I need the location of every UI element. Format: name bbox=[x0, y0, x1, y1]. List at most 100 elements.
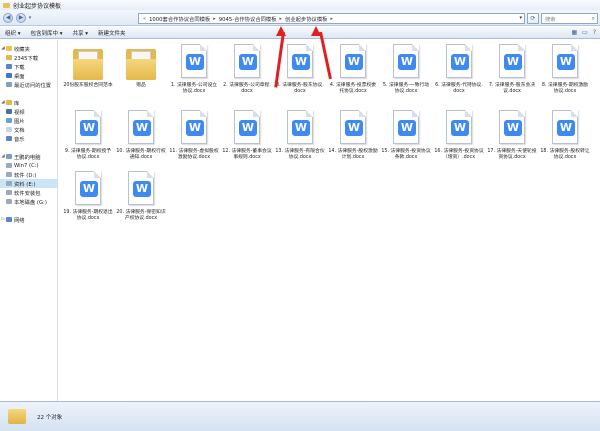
file-item[interactable]: W 18. 法律服务-股权转让协议.docx bbox=[540, 110, 590, 161]
wps-doc-icon: W bbox=[391, 44, 421, 80]
file-item[interactable]: W 9. 法律服务-期权授予协议.docx bbox=[63, 110, 113, 161]
file-item[interactable]: W 11. 法律服务-虚拟股权激励协议.docx bbox=[169, 110, 219, 161]
wps-doc-icon: W bbox=[444, 44, 474, 80]
nav-item-drive-c[interactable]: Win7 (C:) bbox=[0, 161, 57, 170]
nav-item-drive-d[interactable]: 软件 (D:) bbox=[0, 170, 57, 179]
wps-doc-icon: W bbox=[391, 110, 421, 146]
history-dropdown-button[interactable]: ▾ bbox=[27, 13, 33, 23]
nav-item-videos[interactable]: 视频 bbox=[0, 107, 57, 116]
file-item[interactable]: W 3. 法律服务-股东协议.docx bbox=[275, 44, 325, 95]
file-name: 9. 法律服务-期权授予协议.docx bbox=[64, 149, 112, 160]
file-name: 16. 法律服务-投资协议（增资）.docx bbox=[434, 149, 484, 160]
address-bar[interactable]: « 1000套合作协议合同模板 ▸ 9045-合作协议合同模板 ▸ 创业起步协议… bbox=[138, 13, 525, 24]
file-item[interactable]: W 13. 法律服务-有限合伙协议.docx bbox=[275, 110, 325, 161]
wps-doc-icon: W bbox=[285, 44, 315, 80]
file-item[interactable]: 赠品 bbox=[116, 44, 166, 89]
wps-doc-icon: W bbox=[285, 110, 315, 146]
nav-item-desktop[interactable]: 桌面 bbox=[0, 71, 57, 80]
preview-pane-icon[interactable]: ▭ bbox=[582, 29, 588, 36]
back-button[interactable]: ◀ bbox=[3, 12, 13, 23]
drive-icon bbox=[6, 181, 12, 186]
file-item[interactable]: W 5. 法律服务-一致行动协议.docx bbox=[381, 44, 431, 95]
refresh-button[interactable]: ⟳ bbox=[527, 13, 539, 24]
nav-favorites[interactable]: ◢ 收藏夹 bbox=[0, 44, 57, 53]
file-item[interactable]: W 7. 法律服务-股东会决议.docx bbox=[487, 44, 537, 95]
file-name: 5. 法律服务-一致行动协议.docx bbox=[382, 83, 430, 94]
file-name: 13. 法律服务-有限合伙协议.docx bbox=[275, 149, 325, 160]
wps-doc-icon: W bbox=[338, 110, 368, 146]
wps-doc-icon: W bbox=[444, 110, 474, 146]
view-options-icon[interactable]: ▦ bbox=[571, 29, 577, 36]
forward-button[interactable]: ▶ bbox=[16, 12, 26, 23]
drive-icon bbox=[6, 190, 12, 195]
nav-libraries[interactable]: ◢ 库 bbox=[0, 98, 57, 107]
file-item[interactable]: W 14. 法律服务-股权激励计划.docx bbox=[328, 110, 378, 161]
file-item[interactable]: W 8. 法律服务-期权激励协议.docx bbox=[540, 44, 590, 95]
wps-doc-icon: W bbox=[550, 44, 580, 80]
file-item[interactable]: W 6. 法律服务-代持协议.docx bbox=[434, 44, 484, 95]
file-item[interactable]: W 16. 法律服务-投资协议（增资）.docx bbox=[434, 110, 484, 161]
file-name: 赠品 bbox=[136, 83, 146, 88]
file-name: 8. 法律服务-期权激励协议.docx bbox=[541, 83, 589, 94]
help-icon[interactable]: ? bbox=[593, 29, 596, 36]
video-icon bbox=[6, 109, 12, 114]
nav-item-documents[interactable]: 文档 bbox=[0, 125, 57, 134]
star-icon bbox=[6, 46, 12, 51]
nav-item-drive-f[interactable]: 软件安装包 bbox=[0, 188, 57, 197]
wps-doc-icon: W bbox=[497, 110, 527, 146]
breadcrumb-item[interactable]: 9045-合作协议合同模板 bbox=[217, 15, 279, 23]
file-item[interactable]: W 10. 法律服务-期权行权通知.docx bbox=[116, 110, 166, 161]
include-in-library-button[interactable]: 包含到库中 ▾ bbox=[26, 29, 68, 37]
nav-item-music[interactable]: 音乐 bbox=[0, 134, 57, 143]
file-item[interactable]: W 19. 法律服务-期权退出协议.docx bbox=[63, 171, 113, 222]
share-button[interactable]: 共享 ▾ bbox=[68, 29, 94, 37]
drive-icon bbox=[6, 172, 12, 177]
wps-doc-icon: W bbox=[338, 44, 368, 80]
nav-network[interactable]: ▷ 网络 bbox=[0, 215, 57, 224]
address-dropdown-icon[interactable]: ▾ bbox=[519, 15, 522, 21]
new-folder-button[interactable]: 新建文件夹 bbox=[93, 29, 131, 37]
file-item[interactable]: W 4. 法律服务-投票权委托协议.docx bbox=[328, 44, 378, 95]
file-item[interactable]: W 1. 法律服务-公司设立协议.docx bbox=[169, 44, 219, 95]
wps-doc-icon: W bbox=[550, 110, 580, 146]
file-name: 17. 法律服务-天使轮投资协议.docx bbox=[487, 149, 537, 160]
file-item[interactable]: W 20. 法律服务-保密知识产权协议.docx bbox=[116, 171, 166, 222]
annotation-arrowhead bbox=[276, 26, 286, 36]
search-icon: ⌕ bbox=[591, 15, 595, 22]
drive-icon bbox=[6, 199, 12, 204]
file-item[interactable]: W 17. 法律服务-天使轮投资协议.docx bbox=[487, 110, 537, 161]
wps-doc-icon: W bbox=[497, 44, 527, 80]
nav-computer[interactable]: ◢ 王鹏的电脑 bbox=[0, 152, 57, 161]
file-item[interactable]: 20份股东股权合同范本 bbox=[63, 44, 113, 89]
breadcrumb-item[interactable]: 创业起步协议模板 bbox=[283, 15, 329, 23]
folder-icon bbox=[8, 409, 26, 424]
file-item[interactable]: W 15. 法律服务-投资协议条款.docx bbox=[381, 110, 431, 161]
file-name: 2. 法律服务-公司章程.docx bbox=[223, 83, 271, 94]
file-item[interactable]: W 2. 法律服务-公司章程.docx bbox=[222, 44, 272, 95]
nav-item-pictures[interactable]: 图片 bbox=[0, 116, 57, 125]
organize-button[interactable]: 组织 ▾ bbox=[0, 29, 26, 37]
status-bar: 22 个对象 bbox=[0, 401, 600, 431]
document-icon bbox=[6, 127, 12, 132]
file-name: 20份股东股权合同范本 bbox=[63, 83, 113, 88]
search-input[interactable]: 搜索 ⌕ bbox=[541, 13, 598, 24]
file-name: 10. 法律服务-期权行权通知.docx bbox=[116, 149, 166, 160]
wps-doc-icon: W bbox=[126, 110, 156, 146]
file-name: 3. 法律服务-股东协议.docx bbox=[276, 83, 324, 94]
navigation-pane: ◢ 收藏夹 2345下载 下载 桌面 最近访问的位置 ◢ 库 视频 图片 文档 … bbox=[0, 40, 58, 401]
nav-item-2345-downloads[interactable]: 2345下载 bbox=[0, 53, 57, 62]
picture-icon bbox=[6, 118, 12, 123]
file-item[interactable]: W 12. 法律服务-董事会议事规则.docx bbox=[222, 110, 272, 161]
item-count: 22 个对象 bbox=[37, 414, 63, 421]
nav-item-drive-e[interactable]: 资料 (E:) bbox=[0, 179, 57, 188]
file-name: 19. 法律服务-期权退出协议.docx bbox=[63, 210, 113, 221]
chevron-right-icon[interactable]: ▸ bbox=[329, 16, 334, 22]
network-icon bbox=[6, 217, 12, 222]
nav-item-drive-g[interactable]: 本地磁盘 (G:) bbox=[0, 197, 57, 206]
folder-icon bbox=[3, 2, 10, 8]
address-row: ◀ ▶ ▾ « 1000套合作协议合同模板 ▸ 9045-合作协议合同模板 ▸ … bbox=[0, 10, 600, 26]
breadcrumb-item[interactable]: 1000套合作协议合同模板 bbox=[147, 15, 212, 23]
nav-item-downloads[interactable]: 下载 bbox=[0, 62, 57, 71]
wps-doc-icon: W bbox=[179, 110, 209, 146]
nav-item-recent-places[interactable]: 最近访问的位置 bbox=[0, 80, 57, 89]
